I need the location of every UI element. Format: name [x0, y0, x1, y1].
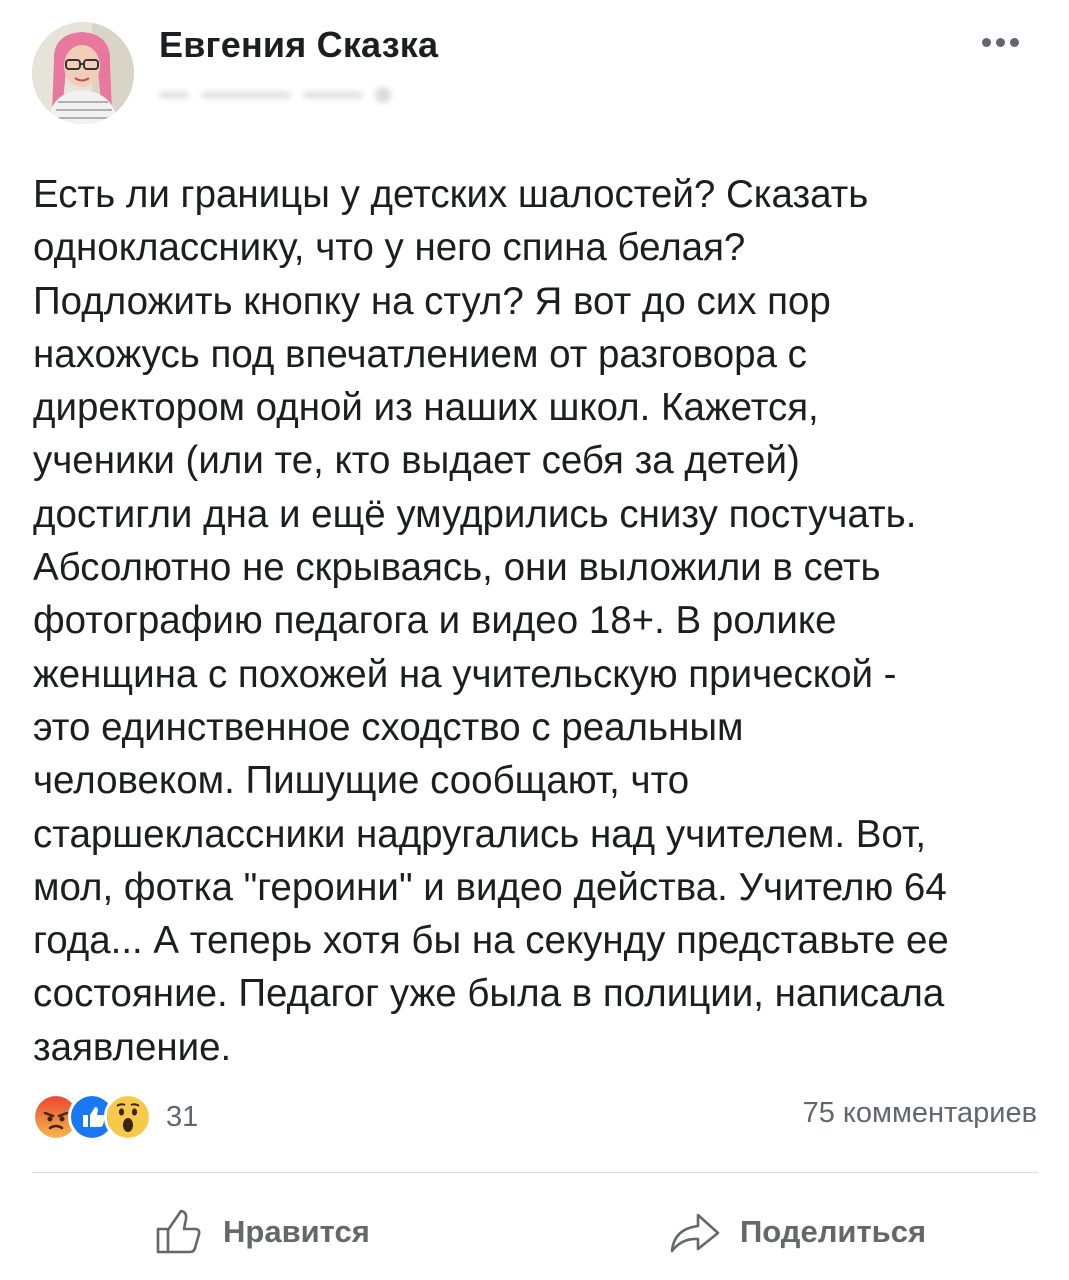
- post-text-line: состояние. Педагог уже была в полиции, н…: [33, 972, 945, 1016]
- post-text-line: женщина с похожей на учительскую прическ…: [33, 652, 897, 696]
- share-label: Поделиться: [740, 1214, 927, 1249]
- post-text-line: Подложить кнопку на стул? Я вот до сих п…: [33, 279, 831, 323]
- author-name[interactable]: Евгения Сказка: [159, 24, 438, 66]
- post-text-line: это единственное сходство с реальным: [33, 705, 744, 749]
- post-text-line: Абсолютно не скрываясь, они выложили в с…: [33, 546, 881, 590]
- post-text-line: человеком. Пишущие сообщают, что: [33, 759, 690, 803]
- wow-icon: [104, 1093, 152, 1141]
- like-label: Нравится: [223, 1214, 370, 1249]
- reactions-summary[interactable]: 31: [32, 1093, 199, 1141]
- post-text-line: года... А теперь хотя бы на секунду пред…: [33, 919, 949, 963]
- share-arrow-icon: [670, 1213, 720, 1253]
- post-text-line: директором одной из наших школ. Кажется,: [33, 386, 819, 430]
- thumbs-up-icon: [156, 1209, 201, 1254]
- post-text-line: мол, фотка "героини" и видео действа. Уч…: [33, 865, 947, 909]
- post-meta-blurred: [159, 86, 429, 112]
- post-text-line: нахожусь под впечатлением от разговора с: [33, 332, 807, 376]
- post-text-line: ученики (или те, кто выдает себя за дете…: [33, 439, 800, 483]
- post-text-line: фотографию педагога и видео 18+. В ролик…: [33, 599, 837, 643]
- like-button[interactable]: Нравится: [155, 1202, 370, 1262]
- comments-count-link[interactable]: 75 комментариев: [803, 1097, 1037, 1130]
- avatar[interactable]: [32, 22, 134, 124]
- post-text-line: Есть ли границы у детских шалостей? Сказ…: [33, 173, 869, 216]
- more-dot-icon: [981, 37, 991, 47]
- post-text: Есть ли границы у детских шалостей? Сказ…: [33, 168, 1043, 1074]
- share-button[interactable]: Поделиться: [668, 1202, 926, 1262]
- post-text-line: старшеклассники надругались над учителем…: [33, 812, 927, 856]
- more-dot-icon: [995, 37, 1005, 47]
- post-text-line: достигли дна и ещё умудрились снизу пост…: [33, 492, 917, 536]
- reaction-count: 31: [166, 1100, 199, 1133]
- divider: [32, 1172, 1038, 1173]
- facebook-post: Евгения Сказка Есть ли границы у детских…: [0, 0, 1069, 1280]
- post-text-line: однокласснику, что у него спина белая?: [33, 226, 746, 270]
- more-options-button[interactable]: [970, 22, 1030, 62]
- more-dot-icon: [1009, 37, 1019, 47]
- post-text-line: заявление.: [33, 1025, 232, 1069]
